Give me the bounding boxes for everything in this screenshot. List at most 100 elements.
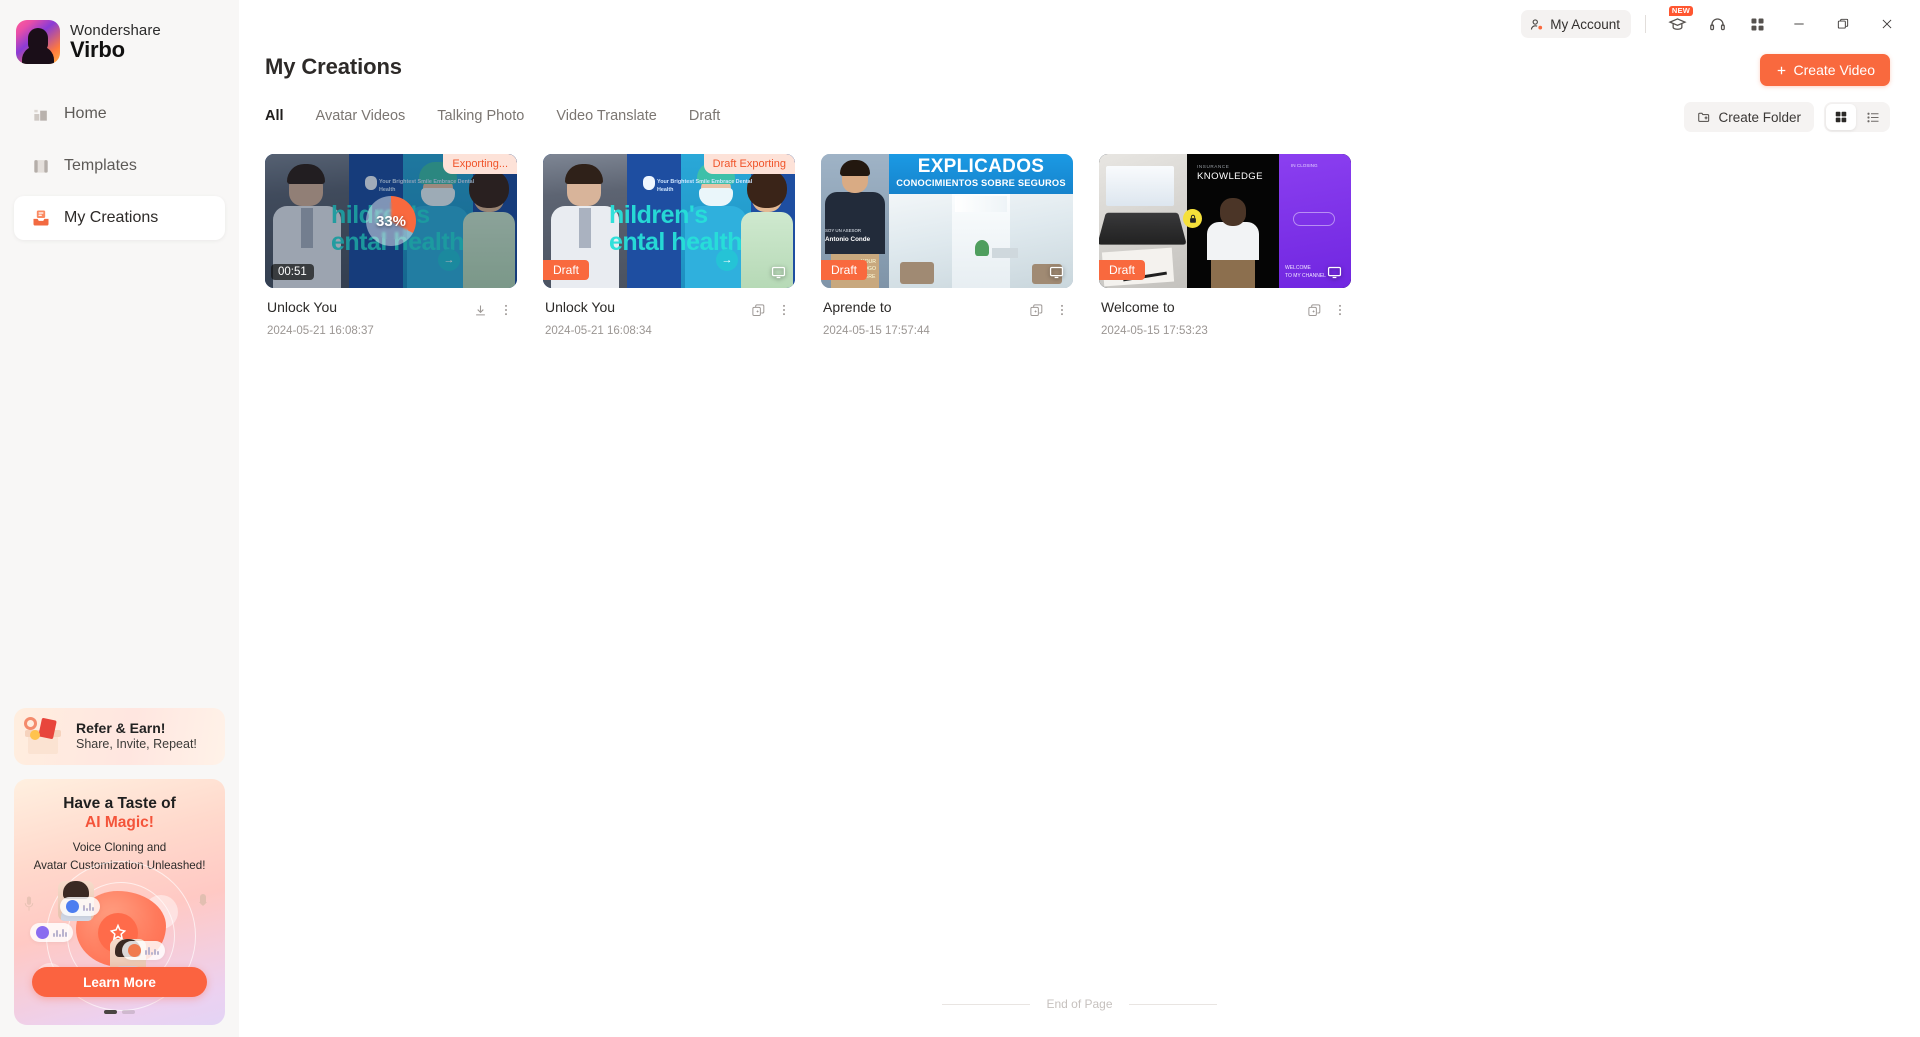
thumbnail-headline2: KNOWLEDGE xyxy=(1197,171,1263,182)
tab-avatar-videos[interactable]: Avatar Videos xyxy=(316,108,406,126)
more-menu-icon[interactable] xyxy=(775,301,793,319)
creations-grid: Your Brightest Smile Embrace Dental Heal… xyxy=(239,132,1920,337)
my-account-button[interactable]: My Account xyxy=(1521,10,1631,38)
creation-card[interactable]: EXPLICADOS CONOCIMIENTOS SOBRE SEGUROS S… xyxy=(821,154,1073,337)
thumbnail-headline1: EXPLICADOS xyxy=(917,156,1045,177)
lock-icon xyxy=(1183,209,1202,228)
account-person-icon xyxy=(1531,18,1543,30)
carousel-dot-1[interactable] xyxy=(104,1010,117,1014)
export-progress: 33% xyxy=(265,154,517,288)
brand-product: Virbo xyxy=(70,37,125,63)
window-titlebar: My Account NEW xyxy=(239,0,1920,48)
tab-draft[interactable]: Draft xyxy=(689,108,720,126)
status-badge: Draft Exporting xyxy=(703,154,795,174)
download-icon[interactable] xyxy=(471,301,489,319)
card-thumbnail[interactable]: Your Brightest Smile Embrace Dental Heal… xyxy=(543,154,795,288)
more-menu-icon[interactable] xyxy=(1053,301,1071,319)
virbo-avatar-logo-icon xyxy=(16,20,60,64)
card-date: 2024-05-15 17:57:44 xyxy=(823,325,930,337)
graduation-cap-icon[interactable]: NEW xyxy=(1660,6,1694,39)
card-date: 2024-05-21 16:08:37 xyxy=(267,325,374,337)
card-title: Unlock You xyxy=(267,299,338,315)
create-video-button[interactable]: Create Video xyxy=(1759,54,1890,86)
card-title: Unlock You xyxy=(545,299,616,315)
thumbnail-headline2: CONOCIMIENTOS SOBRE SEGUROS xyxy=(896,177,1066,188)
creation-card[interactable]: INSURANCE KNOWLEDGE IN CLOSING WELCOME TO … xyxy=(1099,154,1351,337)
main-content: My Account NEW My Creations Create Video… xyxy=(239,0,1920,1037)
thumbnail-arrow-icon: → xyxy=(716,249,738,271)
end-of-page-label: End of Page xyxy=(1046,997,1113,1011)
thumbnail-headline1: hildren's xyxy=(609,201,708,229)
my-creations-icon xyxy=(30,208,51,229)
draft-tag: Draft xyxy=(821,260,868,280)
duplicate-icon[interactable] xyxy=(1305,301,1323,319)
learn-more-button[interactable]: Learn More xyxy=(32,967,207,997)
microphone-icon xyxy=(24,895,34,913)
card-title: Welcome to xyxy=(1101,299,1175,315)
tabs-toolbar: All Avatar Videos Talking Photo Video Tr… xyxy=(239,86,1920,132)
duplicate-icon[interactable] xyxy=(749,301,767,319)
create-folder-button[interactable]: Create Folder xyxy=(1684,102,1814,132)
maximize-icon[interactable] xyxy=(1824,9,1862,39)
sidebar-item-label: Home xyxy=(64,105,107,122)
create-video-label: Create Video xyxy=(1793,62,1875,78)
voice-chip xyxy=(30,922,73,942)
templates-icon xyxy=(30,156,51,177)
refer-subtitle: Share, Invite, Repeat! xyxy=(76,737,197,752)
grid-view-icon[interactable] xyxy=(1826,104,1856,130)
duplicate-icon[interactable] xyxy=(1027,301,1045,319)
page-title: My Creations xyxy=(265,54,402,79)
tabs: All Avatar Videos Talking Photo Video Tr… xyxy=(265,108,720,126)
more-menu-icon[interactable] xyxy=(1331,301,1349,319)
view-tools: Create Folder xyxy=(1684,102,1890,132)
card-thumbnail[interactable]: INSURANCE KNOWLEDGE IN CLOSING WELCOME TO … xyxy=(1099,154,1351,288)
refer-title: Refer & Earn! xyxy=(76,719,166,736)
folder-plus-icon xyxy=(1698,112,1710,122)
sidebar: Wondershare Virbo Home Templates My Crea… xyxy=(0,0,239,1037)
ai-magic-promo-card[interactable]: Have a Taste of AI Magic! Voice Cloning … xyxy=(14,779,225,1025)
close-icon[interactable] xyxy=(1868,9,1906,39)
card-thumbnail[interactable]: Your Brightest Smile Embrace Dental Heal… xyxy=(265,154,517,288)
gift-box-icon xyxy=(20,715,68,759)
tab-talking-photo[interactable]: Talking Photo xyxy=(437,108,524,126)
headset-support-icon[interactable] xyxy=(1700,9,1734,39)
brand-company: Wondershare xyxy=(70,21,161,39)
voice-chip xyxy=(60,896,100,916)
page-header: My Creations Create Video xyxy=(239,48,1920,86)
ai-magic-line3: Voice Cloning and xyxy=(72,841,167,854)
list-view-icon[interactable] xyxy=(1858,104,1888,130)
video-type-icon xyxy=(1047,264,1066,281)
sidebar-item-my-creations[interactable]: My Creations xyxy=(14,196,225,240)
apps-grid-icon[interactable] xyxy=(1740,9,1774,39)
thumbnail-caption: Antonio Conde xyxy=(825,236,871,243)
card-title: Aprende to xyxy=(823,299,892,315)
sidebar-item-templates[interactable]: Templates xyxy=(14,144,225,188)
my-account-label: My Account xyxy=(1550,16,1620,32)
home-icon xyxy=(30,104,51,125)
ai-magic-line2: AI Magic! xyxy=(85,814,154,831)
creation-card[interactable]: Your Brightest Smile Embrace Dental Heal… xyxy=(543,154,795,337)
card-thumbnail[interactable]: EXPLICADOS CONOCIMIENTOS SOBRE SEGUROS S… xyxy=(821,154,1073,288)
plus-icon xyxy=(1777,66,1785,74)
refer-and-earn-card[interactable]: Refer & Earn! Share, Invite, Repeat! xyxy=(14,708,225,765)
creation-card[interactable]: Your Brightest Smile Embrace Dental Heal… xyxy=(265,154,517,337)
video-type-icon xyxy=(1325,264,1344,281)
voice-download-icon xyxy=(195,893,211,913)
promo-carousel-dots xyxy=(14,1010,225,1014)
app-window: Wondershare Virbo Home Templates My Crea… xyxy=(0,0,1920,1037)
tab-all[interactable]: All xyxy=(265,108,284,126)
draft-tag: Draft xyxy=(543,260,590,280)
card-date: 2024-05-21 16:08:34 xyxy=(545,325,652,337)
carousel-dot-2[interactable] xyxy=(122,1010,135,1014)
minimize-icon[interactable] xyxy=(1780,9,1818,39)
brand: Wondershare Virbo xyxy=(0,0,239,64)
view-toggle xyxy=(1824,102,1890,132)
tab-video-translate[interactable]: Video Translate xyxy=(556,108,657,126)
sidebar-nav: Home Templates My Creations xyxy=(0,92,239,240)
toolbar-divider xyxy=(1645,15,1646,33)
sidebar-item-home[interactable]: Home xyxy=(14,92,225,136)
card-date: 2024-05-15 17:53:23 xyxy=(1101,325,1208,337)
more-menu-icon[interactable] xyxy=(497,301,515,319)
sidebar-item-label: My Creations xyxy=(64,209,159,226)
end-of-page: End of Page xyxy=(239,997,1920,1011)
